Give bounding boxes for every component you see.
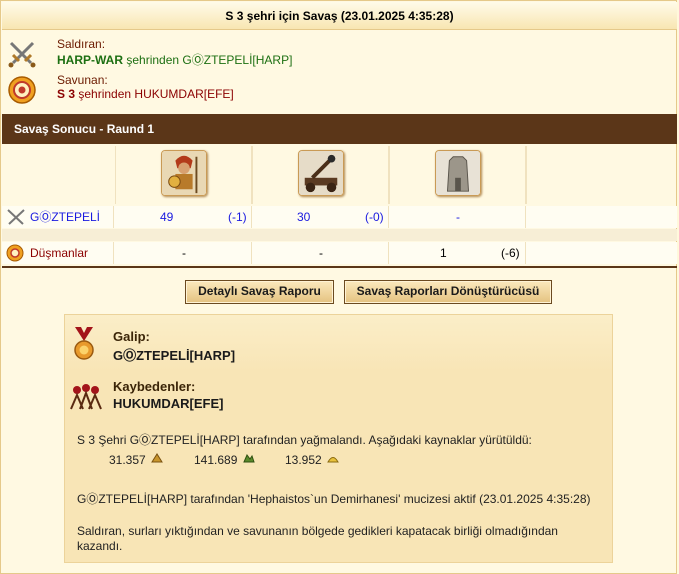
- defender-player-link[interactable]: HUKUMDAR[EFE]: [134, 87, 233, 101]
- window-title: S 3 şehri için Savaş (23.01.2025 4:35:28…: [2, 2, 677, 30]
- result-text: Saldıran, surları yıktığından ve savunan…: [77, 524, 558, 553]
- attacker-unit-2-count: 30: [297, 210, 311, 224]
- catapult-unit-icon[interactable]: [298, 150, 344, 196]
- battle-report-window: S 3 şehri için Savaş (23.01.2025 4:35:28…: [0, 0, 677, 574]
- marble-amount: 141.689: [194, 453, 238, 467]
- attacker-section: Saldıran: HARP-WAR şehrinden GⓄZTEPELİ[H…: [1, 35, 678, 75]
- shield-target-icon: [8, 76, 36, 104]
- attacker-unit-2-cell: 30 (-0): [252, 206, 389, 228]
- attacker-player-link[interactable]: HARP-WAR: [57, 53, 123, 67]
- enemies-unit-3-count: 1: [440, 246, 447, 260]
- marble-icon: [243, 454, 255, 463]
- hoplite-unit-icon[interactable]: [161, 150, 207, 196]
- crossed-swords-icon: [8, 41, 36, 68]
- attacker-name[interactable]: GⓄZTEPELİ: [30, 206, 114, 228]
- plunder-text: S 3 Şehri GⓄZTEPELİ[HARP] tarafından yağ…: [77, 433, 532, 447]
- enemies-unit-2-cell: -: [252, 242, 389, 264]
- row-separator: [2, 229, 677, 241]
- unit-column-2: [252, 146, 389, 204]
- battle-result-bar: Savaş Sonucu - Raund 1: [2, 114, 677, 144]
- enemies-unit-3-loss: (-6): [501, 246, 520, 260]
- attacker-unit-3-count: -: [456, 210, 460, 224]
- losers-label: Kaybedenler:: [113, 379, 196, 394]
- attacker-city-link[interactable]: GⓄZTEPELİ[HARP]: [182, 53, 292, 67]
- unit-column-3: [389, 146, 526, 204]
- winner-name[interactable]: GⓄZTEPELİ[HARP]: [113, 345, 235, 364]
- attacker-description: HARP-WAR şehrinden GⓄZTEPELİ[HARP]: [57, 51, 292, 68]
- loser-name[interactable]: HUKUMDAR[EFE]: [113, 396, 224, 411]
- enemies-unit-1-count: -: [182, 246, 186, 260]
- defender-section: Savunan: S 3 şehrinden HUKUMDAR[EFE]: [1, 71, 678, 111]
- defender-from-text: şehrinden: [78, 87, 132, 101]
- wall-unit-icon[interactable]: [435, 150, 481, 196]
- attacker-unit-1-loss: (-1): [228, 210, 247, 224]
- enemies-units-row: Düşmanlar - - 1 (-6): [2, 242, 677, 264]
- attacker-label: Saldıran:: [57, 37, 106, 51]
- attacker-unit-1-cell: 49 (-1): [115, 206, 252, 228]
- crossed-swords-icon: [7, 209, 25, 225]
- attacker-from-text: şehrinden: [126, 53, 180, 67]
- winner-label: Galip:: [113, 329, 150, 344]
- unit-column-1: [115, 146, 252, 204]
- wood-amount: 31.357: [109, 453, 146, 467]
- battle-summary: Galip: GⓄZTEPELİ[HARP] Kaybedenler: HUKU…: [64, 314, 613, 563]
- sulfur-amount: 13.952: [285, 453, 322, 467]
- sulfur-icon: [327, 457, 339, 463]
- wonder-text: GⓄZTEPELİ[HARP] tarafından 'Hephaistos`u…: [77, 492, 591, 506]
- attacker-unit-2-loss: (-0): [365, 210, 384, 224]
- attacker-units-row: GⓄZTEPELİ 49 (-1) 30 (-0) -: [2, 206, 677, 228]
- medal-icon: [74, 327, 94, 360]
- divider: [2, 266, 677, 268]
- enemies-unit-1-cell: -: [115, 242, 252, 264]
- defender-label: Savunan:: [57, 73, 108, 87]
- unit-images-row: [2, 146, 677, 204]
- fallen-soldiers-icon: [70, 384, 102, 410]
- defender-city-link[interactable]: S 3: [57, 87, 75, 101]
- attacker-unit-1-count: 49: [160, 210, 174, 224]
- attacker-unit-3-cell: -: [389, 206, 526, 228]
- enemies-name: Düşmanlar: [30, 242, 114, 264]
- wood-icon: [151, 453, 163, 463]
- shield-target-icon: [6, 244, 24, 262]
- detailed-report-button[interactable]: Detaylı Savaş Raporu: [185, 280, 334, 304]
- enemies-unit-3-cell: 1 (-6): [389, 242, 526, 264]
- defender-description: S 3 şehrinden HUKUMDAR[EFE]: [57, 87, 234, 101]
- enemies-unit-2-count: -: [319, 246, 323, 260]
- report-converter-button[interactable]: Savaş Raporları Dönüştürücüsü: [344, 280, 552, 304]
- unit-column-4: [526, 146, 677, 204]
